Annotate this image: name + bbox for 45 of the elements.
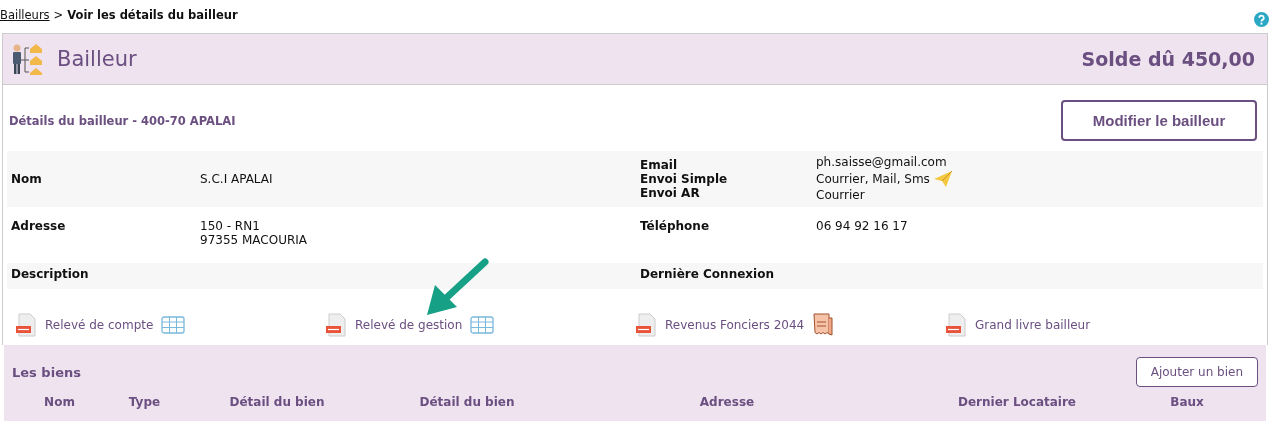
field-label: Description (11, 267, 90, 281)
page-title: Bailleur (57, 47, 137, 71)
field-label: Envoi Simple (640, 172, 729, 186)
field-value: ph.saisse@gmail.com (816, 155, 947, 170)
receipt-icon[interactable] (812, 313, 835, 337)
help-icon[interactable] (1254, 12, 1269, 27)
add-property-button[interactable]: Ajouter un bien (1135, 357, 1258, 387)
document-link[interactable]: Revenus Fonciers 2044 (665, 318, 805, 332)
field-value: 97355 MACOURIA (200, 233, 309, 247)
column-header[interactable]: Dernier Locataire (892, 395, 1142, 409)
document-link[interactable]: Grand livre bailleur (975, 318, 1091, 332)
field-value: S.C.I APALAI (200, 172, 274, 186)
column-header[interactable]: Baux (1142, 395, 1232, 409)
field-value: 150 - RN1 (200, 219, 261, 233)
column-header[interactable]: Type (107, 395, 182, 409)
field-value: 06 94 92 16 17 (816, 219, 908, 234)
field-label: Envoi AR (640, 186, 701, 200)
paper-plane-icon (932, 170, 953, 188)
document-link[interactable]: Relevé de gestion (355, 318, 463, 332)
pdf-file-icon (635, 313, 657, 337)
landlord-houses-icon (11, 42, 45, 76)
breadcrumb-current: Voir les détails du bailleur (67, 8, 238, 22)
balance-due: Solde dû 450,00 (1081, 48, 1255, 70)
column-header[interactable]: Nom (12, 395, 107, 409)
spreadsheet-icon[interactable] (470, 316, 495, 334)
field-value: Courrier, Mail, Sms (816, 171, 930, 187)
column-header[interactable]: Adresse (562, 395, 892, 409)
section-title: Les biens (12, 364, 81, 380)
field-label: Email (640, 158, 679, 172)
pdf-file-icon (325, 313, 347, 337)
pdf-file-icon (945, 313, 967, 337)
pdf-file-icon (15, 313, 37, 337)
breadcrumb-link[interactable]: Bailleurs (0, 8, 50, 22)
edit-landlord-button[interactable]: Modifier le bailleur (1061, 100, 1257, 141)
field-label: Dernière Connexion (640, 267, 775, 281)
details-title: Détails du bailleur - 400-70 APALAI (9, 113, 236, 128)
column-header[interactable]: Détail du bien (372, 395, 562, 409)
document-link[interactable]: Relevé de compte (45, 318, 154, 332)
field-value: Courrier (816, 188, 865, 203)
field-label: Téléphone (640, 219, 711, 233)
breadcrumb-separator: > (53, 8, 64, 22)
column-header[interactable]: Détail du bien (182, 395, 372, 409)
field-label: Nom (11, 172, 43, 186)
field-label: Adresse (11, 219, 67, 233)
spreadsheet-icon[interactable] (161, 316, 186, 334)
